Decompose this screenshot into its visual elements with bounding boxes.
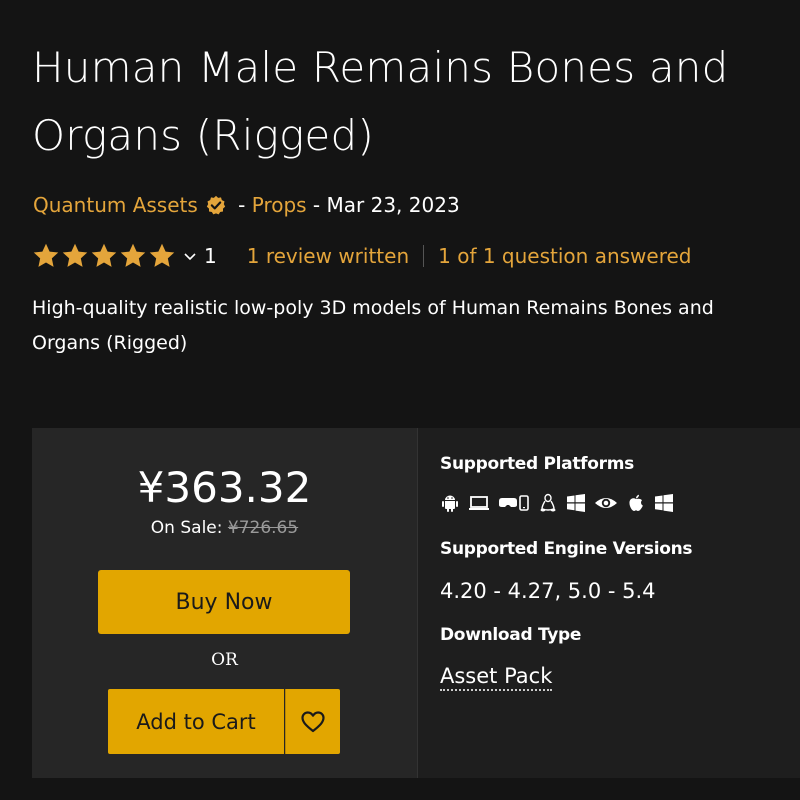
purchase-panel: ¥363.32 On Sale: ¥726.65 Buy Now OR Add …: [32, 428, 800, 778]
rating-row: 1 1 review written 1 of 1 question answe…: [32, 240, 691, 272]
star-icon: [149, 243, 175, 267]
on-sale-line: On Sale: ¥726.65: [32, 518, 417, 538]
sale-price: ¥363.32: [137, 463, 312, 512]
engine-versions-heading: Supported Engine Versions: [440, 539, 693, 559]
release-date: Mar 23, 2023: [326, 193, 460, 217]
linux-icon: [540, 493, 556, 512]
divider: [423, 245, 425, 267]
or-divider-label: OR: [211, 650, 238, 670]
laptop-icon: [469, 496, 489, 510]
eye-icon: [595, 498, 617, 508]
reviews-link[interactable]: 1 review written: [247, 244, 409, 268]
product-page: Human Male Remains Bones and Organs (Rig…: [0, 0, 800, 800]
product-meta: Quantum Assets - Props - Mar 23, 2023: [33, 190, 460, 220]
windows-icon: [655, 494, 673, 512]
star-icon: [120, 243, 146, 267]
star-icon: [91, 243, 117, 267]
verified-badge-icon: [206, 195, 225, 215]
engine-versions: 4.20 - 4.27, 5.0 - 5.4: [440, 579, 656, 603]
product-description: High-quality realistic low-poly 3D model…: [32, 297, 714, 354]
add-to-cart-button[interactable]: Add to Cart: [108, 689, 284, 754]
category-link[interactable]: Props: [252, 190, 307, 220]
windows-icon: [567, 494, 585, 512]
original-price: ¥726.65: [227, 518, 299, 538]
download-type-heading: Download Type: [440, 625, 582, 645]
heart-icon: [301, 710, 325, 732]
rating-count: 1: [204, 244, 217, 268]
buy-now-button[interactable]: Buy Now: [98, 570, 350, 634]
buy-box: ¥363.32 On Sale: ¥726.65 Buy Now OR Add …: [32, 428, 418, 778]
star-icon: [33, 243, 59, 267]
meta-separator: -: [306, 193, 327, 217]
star-rating[interactable]: [32, 242, 176, 270]
platform-icons: [440, 493, 674, 513]
android-icon: [442, 495, 458, 512]
star-icon: [62, 243, 88, 267]
seller-link[interactable]: Quantum Assets: [33, 190, 198, 220]
meta-separator: -: [231, 193, 252, 217]
page-title: Human Male Remains Bones and Organs (Rig…: [32, 43, 729, 160]
wishlist-button[interactable]: [285, 689, 340, 754]
platforms-heading: Supported Platforms: [440, 454, 634, 474]
apple-icon: [629, 494, 643, 511]
download-type-link[interactable]: Asset Pack: [440, 664, 553, 691]
vr-headset-icon: [499, 495, 529, 511]
on-sale-label: On Sale:: [150, 518, 223, 538]
questions-link[interactable]: 1 of 1 question answered: [438, 244, 691, 268]
chevron-down-icon[interactable]: [182, 248, 198, 264]
